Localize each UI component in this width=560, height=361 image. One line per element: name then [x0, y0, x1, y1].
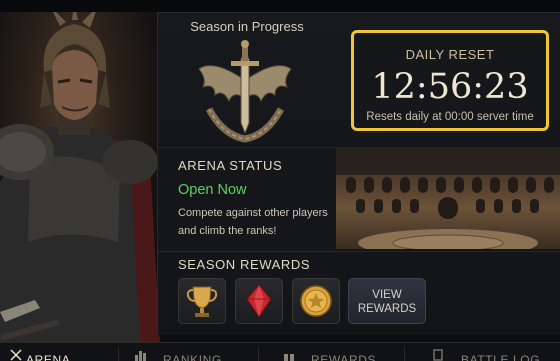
bottom-nav: ARENA RANKING REWARDS BATTLE LOG	[0, 342, 560, 361]
divider	[158, 251, 560, 252]
swords-icon	[10, 349, 22, 361]
arena-panel: Season in Progress DAILY RESET 12:56:23 …	[157, 12, 560, 335]
gift-icon	[284, 352, 294, 361]
nav-separator	[258, 347, 259, 361]
view-rewards-label-line1: VIEW	[372, 289, 402, 301]
nav-separator	[118, 347, 119, 361]
arena-status-title: ARENA STATUS	[178, 158, 283, 173]
arena-description: Compete against other players and climb …	[178, 207, 328, 237]
nav-separator	[404, 347, 405, 361]
daily-reset-subtitle: Resets daily at 00:00 server time	[366, 111, 534, 123]
gold-coin-icon	[300, 285, 332, 317]
daily-reset-timer: 12:56:23	[371, 67, 529, 107]
divider	[158, 147, 336, 148]
season-title: Season in Progress	[190, 19, 304, 34]
reward-slot-gem[interactable]	[235, 278, 283, 324]
season-emblem-icon	[193, 39, 297, 149]
ranking-icon	[135, 351, 146, 361]
daily-reset-label: DAILY RESET	[405, 47, 495, 62]
daily-reset-card: DAILY RESET 12:56:23 Resets daily at 00:…	[351, 30, 549, 131]
trophy-icon	[186, 286, 218, 317]
red-gem-icon	[246, 284, 272, 318]
season-rewards-title: SEASON REWARDS	[178, 257, 311, 272]
coliseum-image	[336, 147, 560, 249]
reward-slot-trophy[interactable]	[178, 278, 226, 324]
hero-warrior-image	[0, 12, 160, 342]
battle-log-icon	[433, 349, 443, 361]
arena-status-value: Open Now	[178, 182, 247, 198]
reward-slot-coin[interactable]	[292, 278, 340, 324]
view-rewards-button[interactable]: VIEW REWARDS	[348, 278, 426, 324]
view-rewards-label-line2: REWARDS	[357, 303, 417, 315]
